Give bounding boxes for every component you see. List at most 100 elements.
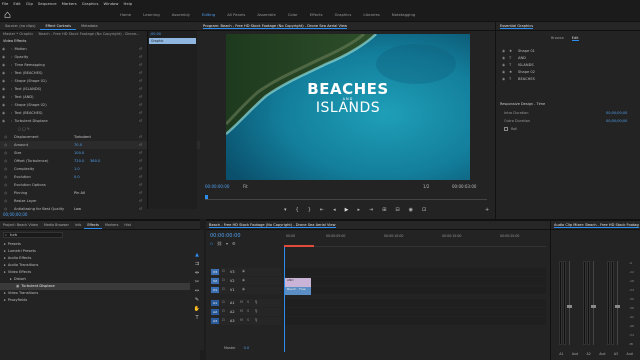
- workspace-tab-assemble[interactable]: Assemble: [257, 8, 275, 23]
- snap-icon[interactable]: ∩: [210, 241, 213, 246]
- export-frame-icon[interactable]: ◉: [409, 207, 413, 213]
- layer-eye-icon[interactable]: ◉: [502, 69, 505, 76]
- eye-icon[interactable]: ◉: [2, 53, 5, 61]
- linked-select-icon[interactable]: ⛓: [217, 241, 222, 246]
- reset-icon[interactable]: ↺: [139, 205, 142, 213]
- track-lane[interactable]: [284, 308, 546, 316]
- workspace-tab-assembly[interactable]: Assembly: [172, 8, 190, 23]
- type-tool-icon[interactable]: T: [195, 315, 198, 321]
- button-editor-icon[interactable]: +: [485, 207, 489, 213]
- eye-icon[interactable]: ◉: [2, 69, 5, 77]
- ripple-edit-tool-icon[interactable]: ⇹: [195, 270, 199, 276]
- effects-tree-item[interactable]: ▸ Proxyfields: [0, 297, 200, 304]
- eye-icon[interactable]: ◉: [2, 101, 5, 109]
- expand-chevron-icon[interactable]: ›: [11, 55, 12, 59]
- intro-duration-value[interactable]: 00;00;00;00: [606, 111, 627, 115]
- layer-eye-icon[interactable]: ◉: [502, 62, 505, 69]
- add-marker-icon[interactable]: ▾: [284, 207, 287, 213]
- volume-fader[interactable]: [569, 261, 570, 345]
- expand-chevron-icon[interactable]: ›: [11, 111, 12, 115]
- sync-lock-icon[interactable]: ⊡: [222, 278, 225, 282]
- expand-chevron-icon[interactable]: ›: [11, 47, 12, 51]
- hand-tool-icon[interactable]: ✋: [194, 306, 200, 312]
- workspace-tab-graphics[interactable]: Graphics: [335, 8, 352, 23]
- stopwatch-icon[interactable]: ◷: [4, 197, 7, 205]
- effects-tree-item[interactable]: ▸ Audio Transitions: [0, 262, 200, 269]
- step-back-icon[interactable]: ◂: [333, 207, 336, 213]
- menu-item-window[interactable]: Window: [104, 0, 119, 8]
- param-value[interactable]: 70.0: [74, 141, 82, 149]
- program-timecode[interactable]: 00:00:00:00: [205, 184, 229, 189]
- stopwatch-icon[interactable]: ◷: [4, 133, 7, 141]
- track-visibility-icon[interactable]: ◉: [242, 269, 245, 273]
- source-patch[interactable]: A2: [211, 309, 219, 315]
- reset-icon[interactable]: ↺: [139, 93, 142, 101]
- eye-icon[interactable]: ◉: [2, 117, 5, 125]
- menu-item-help[interactable]: Help: [124, 0, 133, 8]
- workspace-tab-all-panels[interactable]: All Panels: [227, 8, 245, 23]
- reset-icon[interactable]: ↺: [139, 165, 142, 173]
- reset-icon[interactable]: ↺: [139, 109, 142, 117]
- effects-tree-item[interactable]: ▸ Audio Effects: [0, 255, 200, 262]
- source-patch[interactable]: V3: [211, 269, 219, 275]
- graphic-layer-item[interactable]: ◉ ★ Shape 02: [502, 69, 637, 76]
- effects-tree-item[interactable]: ▣ Turbulent Displace: [0, 283, 200, 290]
- mic-icon[interactable]: 🎙︎: [254, 318, 258, 322]
- video-clip[interactable]: Beach - Free: [285, 287, 311, 295]
- mute-button[interactable]: M: [240, 300, 243, 304]
- menu-item-file[interactable]: File: [2, 0, 8, 8]
- param-value[interactable]: Pin All: [74, 189, 85, 197]
- reset-icon[interactable]: ↺: [139, 61, 142, 69]
- source-patch[interactable]: A1: [211, 300, 219, 306]
- track-visibility-icon[interactable]: ◉: [242, 287, 245, 291]
- reset-icon[interactable]: ↺: [139, 149, 142, 157]
- stopwatch-icon[interactable]: ◷: [4, 149, 7, 157]
- mic-icon[interactable]: 🎙︎: [254, 300, 258, 304]
- selection-tool-icon[interactable]: ▲: [195, 252, 199, 258]
- fit-select[interactable]: Fit: [243, 184, 248, 189]
- workspace-tab-effects[interactable]: Effects: [310, 8, 323, 23]
- comparison-icon[interactable]: ⊡: [422, 207, 426, 213]
- clip-label[interactable]: Beach - Free HD Stock Footage (No Copyri…: [39, 32, 140, 36]
- effects-tree-item[interactable]: ▸ Video Transitions: [0, 290, 200, 297]
- go-to-out-icon[interactable]: ⇥: [369, 207, 373, 213]
- graphic-clip-bar[interactable]: Graphic: [149, 38, 196, 44]
- effects-search-input[interactable]: ⌕ turb: [3, 232, 63, 238]
- effect-controls-time[interactable]: 00;00;00;00: [3, 212, 27, 217]
- eye-icon[interactable]: ◉: [2, 61, 5, 69]
- eg-tab-browse[interactable]: Browse: [551, 36, 564, 41]
- audio-mixer-tab[interactable]: Audio Clip Mixer: Beach - Free HD Stock …: [554, 223, 639, 228]
- reset-icon[interactable]: ↺: [139, 189, 142, 197]
- track-header[interactable]: A3 ⊡ A3 M S 🎙︎: [210, 317, 282, 325]
- track-header[interactable]: V3 ⊡ V3 ◉: [210, 268, 282, 276]
- volume-fader[interactable]: [617, 261, 618, 345]
- effects-tree-item[interactable]: ▸ Presets: [0, 241, 200, 248]
- layer-eye-icon[interactable]: ◉: [502, 48, 505, 55]
- sync-lock-icon[interactable]: ⊡: [222, 309, 225, 313]
- pen-tool-icon[interactable]: ✎: [195, 297, 199, 303]
- graphic-clip[interactable]: AND: [285, 278, 311, 287]
- timeline-ruler[interactable]: 00:00 00:00:05:00 00:00:10:00 00:00:15:00 00…: [284, 233, 546, 247]
- eye-icon[interactable]: ◉: [2, 45, 5, 53]
- menu-item-clip[interactable]: Clip: [26, 0, 33, 8]
- param-value[interactable]: 720.0: [74, 157, 84, 165]
- track-header[interactable]: A2 ⊡ A2 M S 🎙︎: [210, 308, 282, 316]
- expand-chevron-icon[interactable]: ›: [11, 71, 12, 75]
- menu-item-graphics[interactable]: Graphics: [82, 0, 99, 8]
- effects-tree-item[interactable]: ▸ Distort: [0, 276, 200, 283]
- extract-icon[interactable]: ⊟: [395, 207, 399, 213]
- reset-icon[interactable]: ↺: [139, 197, 142, 205]
- expand-chevron-icon[interactable]: ›: [11, 79, 12, 83]
- param-value-2[interactable]: 360.0: [90, 157, 100, 165]
- quality-select[interactable]: 1/2: [423, 184, 429, 189]
- effects-tree-item[interactable]: ▸ Video Effects: [0, 269, 200, 276]
- tab-project[interactable]: Project: Beach Video: [0, 221, 41, 229]
- expand-chevron-icon[interactable]: ›: [11, 103, 12, 107]
- reset-icon[interactable]: ↺: [139, 157, 142, 165]
- layer-eye-icon[interactable]: ◉: [502, 55, 505, 62]
- stopwatch-icon[interactable]: ◷: [4, 173, 7, 181]
- volume-fader[interactable]: [593, 261, 594, 345]
- source-patch[interactable]: A3: [211, 318, 219, 324]
- expand-chevron-icon[interactable]: ›: [11, 119, 12, 123]
- tab-markers[interactable]: Markers: [102, 221, 122, 229]
